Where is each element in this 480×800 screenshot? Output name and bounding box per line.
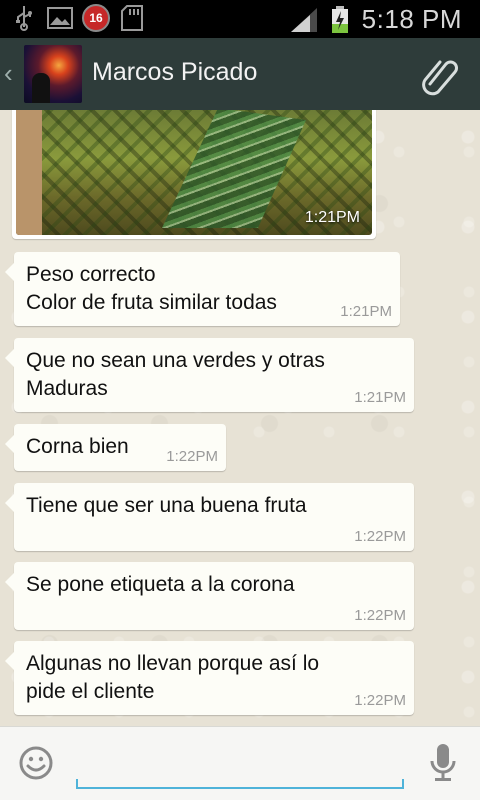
- paperclip-icon[interactable]: [416, 52, 462, 98]
- message-text: Tiene que ser una buena fruta: [26, 494, 307, 517]
- message-time: 1:22PM: [354, 528, 406, 545]
- avatar[interactable]: [24, 45, 82, 103]
- message-bubble[interactable]: Tiene que ser una buena fruta 1:22PM: [5, 483, 414, 551]
- compose-bar: [0, 726, 480, 800]
- usb-icon: [10, 4, 38, 32]
- message-bubble[interactable]: Peso correcto Color de fruta similar tod…: [5, 252, 400, 326]
- notification-badge: 16: [82, 4, 110, 32]
- status-bar: 16 5:18 PM: [0, 0, 480, 38]
- input-underline-edge: [402, 779, 404, 789]
- pineapple-photo[interactable]: 1:21PM: [16, 110, 372, 235]
- contact-name[interactable]: Marcos Picado: [92, 58, 257, 87]
- pineapple-leaves: [162, 110, 306, 228]
- image-icon: [46, 4, 74, 32]
- chat-area[interactable]: 1:21PM Peso correcto Color de fruta simi…: [0, 110, 480, 726]
- message-text: Se pone etiqueta a la corona: [26, 573, 295, 596]
- message-time: 1:21PM: [354, 389, 406, 406]
- chat-header: ‹ Marcos Picado: [0, 38, 480, 110]
- sd-card-icon: [118, 4, 146, 32]
- signal-icon: [290, 6, 318, 34]
- input-underline-edge: [76, 779, 78, 789]
- message-time: 1:22PM: [166, 448, 218, 465]
- message-time: 1:21PM: [304, 209, 360, 226]
- battery-charging-icon: [326, 5, 354, 34]
- message-text: Que no sean una verdes y otras Maduras: [26, 349, 325, 400]
- clock-time: 5:18 PM: [361, 4, 462, 34]
- microphone-icon[interactable]: [428, 743, 458, 783]
- message-text: Algunas no llevan porque así lo pide el …: [26, 652, 320, 703]
- message-time: 1:22PM: [354, 607, 406, 624]
- message-bubble[interactable]: Que no sean una verdes y otras Maduras 1…: [5, 338, 414, 412]
- message-time: 1:22PM: [354, 692, 406, 709]
- message-bubble[interactable]: Se pone etiqueta a la corona 1:22PM: [5, 562, 414, 630]
- message-bubble[interactable]: Algunas no llevan porque así lo pide el …: [5, 641, 414, 715]
- crate-edge: [16, 110, 42, 235]
- message-input[interactable]: [76, 745, 404, 789]
- message-time: 1:21PM: [340, 303, 392, 320]
- chevron-left-icon[interactable]: ‹: [4, 60, 13, 86]
- message-bubble[interactable]: Corna bien 1:22PM: [5, 424, 226, 471]
- image-message[interactable]: 1:21PM: [12, 110, 376, 239]
- emoji-icon[interactable]: [18, 745, 54, 781]
- message-text: Peso correcto Color de fruta similar tod…: [26, 263, 277, 314]
